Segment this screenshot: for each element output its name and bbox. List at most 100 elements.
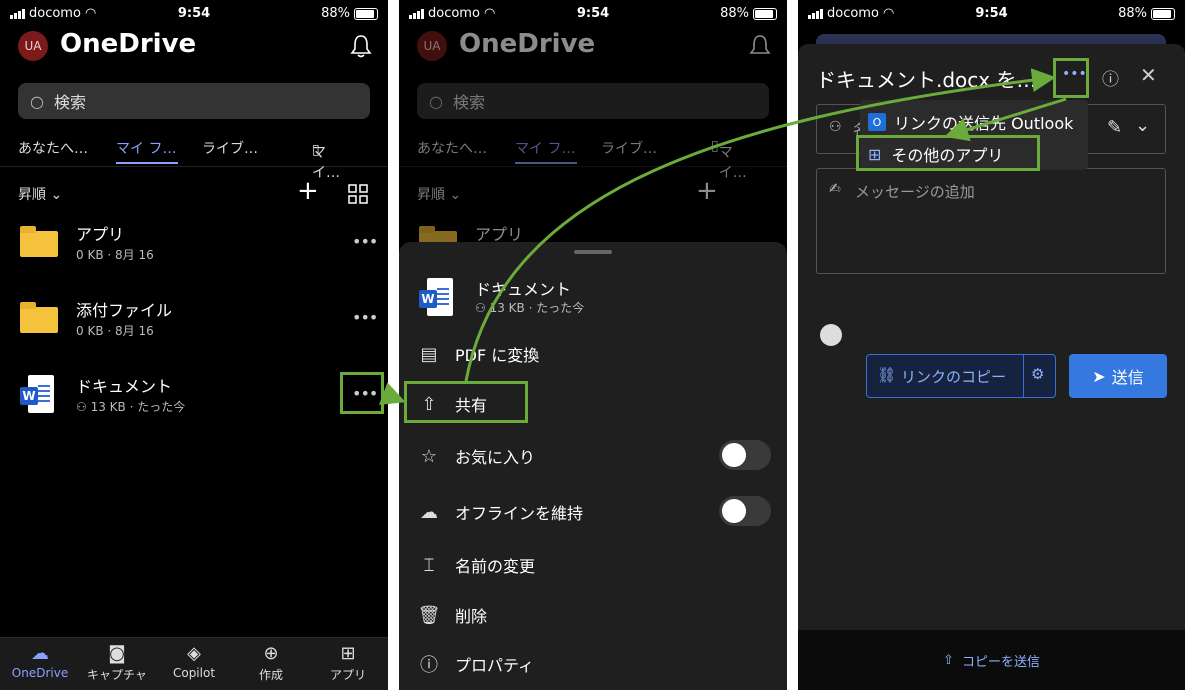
screen-share-dialog: docomo ◠ 9:54 88% ドキュメント.docx を… ••• ⓘ ✕ … xyxy=(798,0,1185,690)
search-placeholder: 検索 xyxy=(452,93,485,112)
tab-bar: あなたへ… マイ フ… ライブ… ▯ マイ… xyxy=(399,134,787,181)
favorite-item[interactable]: ☆ お気に入り xyxy=(417,444,535,468)
file-name: アプリ xyxy=(76,225,125,244)
sort-button[interactable]: 昇順 ⌄ xyxy=(18,184,62,204)
add-icon[interactable]: + xyxy=(297,178,319,204)
sheet-handle[interactable] xyxy=(574,250,612,254)
delete-item[interactable]: 🗑 削除 xyxy=(417,603,487,627)
screen-file-list: docomo ◠ 9:54 88% UA OneDrive ○ 検索 あなたへ… … xyxy=(0,0,388,690)
highlight-share-item xyxy=(404,381,528,423)
app-title: OneDrive xyxy=(459,29,596,59)
send-copy-button[interactable]: ⇧ コピーを送信 xyxy=(798,630,1185,690)
close-icon[interactable]: ✕ xyxy=(1140,63,1157,87)
file-meta: 0 KB · 8月 16 xyxy=(76,248,154,262)
more-icon[interactable]: ••• xyxy=(352,232,378,251)
favorite-toggle[interactable] xyxy=(719,440,771,470)
search-icon: ○ xyxy=(429,91,443,111)
folder-icon xyxy=(20,302,58,333)
link-icon: ⛓ xyxy=(877,366,897,384)
battery-label: 88% xyxy=(1118,6,1147,21)
nav-copilot[interactable]: ◈ Copilot xyxy=(159,642,229,680)
avatar[interactable]: UA xyxy=(18,31,48,61)
nav-apps[interactable]: ⊞ アプリ xyxy=(313,642,383,683)
chevron-down-icon[interactable]: ⌄ xyxy=(1135,115,1150,136)
bottom-nav: ☁ OneDrive ◙ キャプチャ ◈ Copilot ⊕ 作成 ⊞ アプリ xyxy=(0,637,388,690)
sort-button: 昇順 ⌄ xyxy=(417,187,462,203)
properties-item[interactable]: ⓘ プロパティ xyxy=(417,651,534,677)
message-field[interactable]: ✍ メッセージの追加 xyxy=(816,168,1166,274)
star-icon: ☆ xyxy=(420,445,438,467)
gear-icon[interactable]: ⚙ xyxy=(1031,365,1044,383)
sheet-file-meta: ⚇ 13 KB · たった今 xyxy=(475,301,585,315)
tab-for-you: あなたへ… xyxy=(417,141,487,157)
send-button[interactable]: ➤ 送信 xyxy=(1069,354,1167,398)
file-meta: ⚇ 13 KB · たった今 xyxy=(76,400,186,414)
app-title: OneDrive xyxy=(60,29,197,59)
nav-capture[interactable]: ◙ キャプチャ xyxy=(82,642,152,683)
status-bar: docomo ◠ 9:54 88% xyxy=(798,0,1185,28)
offline-icon: ☁ xyxy=(420,501,438,523)
plus-circle-icon: ⊕ xyxy=(263,643,279,664)
tab-underline xyxy=(515,162,577,164)
search-input[interactable]: ○ 検索 xyxy=(18,83,370,119)
battery-icon xyxy=(1151,7,1175,20)
highlight-more-options xyxy=(1053,58,1089,98)
status-bar: docomo ◠ 9:54 88% xyxy=(0,0,388,28)
info-icon: ⓘ xyxy=(420,655,438,676)
copy-link-button[interactable]: ⛓ リンクのコピー ⚙ xyxy=(866,354,1056,398)
search-input: ○ 検索 xyxy=(417,83,769,119)
camera-icon: ◙ xyxy=(108,643,126,664)
tab-for-you[interactable]: あなたへ… xyxy=(18,138,88,158)
battery-icon xyxy=(753,7,777,20)
apps-icon: ⊞ xyxy=(340,643,356,664)
copy-link-label: リンクのコピー xyxy=(901,368,1007,386)
battery-label: 88% xyxy=(321,6,350,21)
tab-library: ライブ… xyxy=(601,141,657,157)
file-name: ドキュメント xyxy=(76,377,173,396)
action-sheet: W ドキュメント ⚇ 13 KB · たった今 ▤ PDF に変換 ⇧ 共有 ☆ お気… xyxy=(399,242,787,690)
rename-item[interactable]: ⌶ 名前の変更 xyxy=(417,553,535,577)
outlook-icon: O xyxy=(868,113,886,131)
edit-icon[interactable]: ✎ xyxy=(1107,117,1122,138)
bell-icon[interactable] xyxy=(350,34,372,58)
offline-item[interactable]: ☁ オフラインを維持 xyxy=(417,500,583,524)
tab-library[interactable]: ライブ… xyxy=(202,138,258,158)
word-icon: W xyxy=(419,278,455,316)
chevron-down-icon: ⌄ xyxy=(50,187,63,203)
bell-icon xyxy=(749,35,771,54)
offline-toggle[interactable] xyxy=(719,496,771,526)
nav-create[interactable]: ⊕ 作成 xyxy=(236,642,306,683)
grid-view-icon[interactable] xyxy=(348,184,368,204)
help-icon[interactable]: ⓘ xyxy=(1102,65,1119,90)
add-icon: + xyxy=(696,176,718,206)
tab-bar: あなたへ… マイ フ… ライブ… ▯ マイ… xyxy=(0,134,388,181)
menu-item-outlook[interactable]: O リンクの送信先 Outlook xyxy=(868,110,1073,134)
file-meta: 0 KB · 8月 16 xyxy=(76,324,154,338)
share-icon: ⇧ xyxy=(943,652,954,668)
search-placeholder: 検索 xyxy=(53,93,86,112)
copilot-icon: ◈ xyxy=(187,643,201,664)
shared-icon: ⚇ xyxy=(76,400,87,414)
sheet-file-name: ドキュメント xyxy=(475,280,572,299)
share-title: ドキュメント.docx を… xyxy=(816,68,1037,92)
pdf-convert-item[interactable]: ▤ PDF に変換 xyxy=(417,342,539,366)
message-placeholder: メッセージの追加 xyxy=(855,183,975,201)
compose-icon: ✍ xyxy=(829,181,841,197)
divider xyxy=(1023,355,1024,397)
rename-icon: ⌶ xyxy=(423,554,435,576)
screen-action-sheet: docomo ◠ 9:54 88% UA OneDrive ○ 検索 あなたへ… … xyxy=(399,0,787,690)
nav-onedrive[interactable]: ☁ OneDrive xyxy=(5,642,75,680)
folder-icon xyxy=(20,226,58,257)
battery-icon xyxy=(354,7,378,20)
person-icon: ⚇ xyxy=(829,119,842,135)
battery-label: 88% xyxy=(720,6,749,21)
avatar: UA xyxy=(417,31,447,61)
tab-my-files: マイ フ… xyxy=(515,141,576,157)
status-bar: docomo ◠ 9:54 88% xyxy=(399,0,787,28)
pdf-icon: ▤ xyxy=(420,343,438,365)
tab-my-files[interactable]: マイ フ… xyxy=(116,138,176,158)
tab-underline xyxy=(116,162,178,164)
more-icon[interactable]: ••• xyxy=(352,308,378,327)
send-icon: ➤ xyxy=(1092,366,1106,386)
tab-my-device: ▯ マイ… xyxy=(711,138,747,181)
